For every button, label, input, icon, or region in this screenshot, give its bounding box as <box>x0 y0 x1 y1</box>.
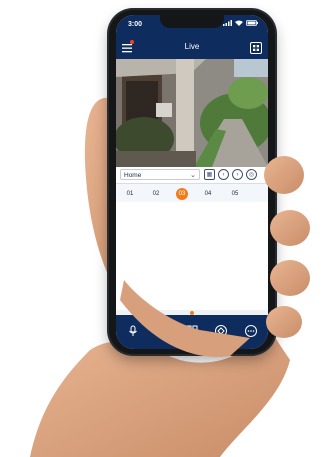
fingers-illustration <box>120 156 310 357</box>
scene: 3:00 Live Home ⌄ ▦ ‹ › ◎ 01 02 03 04 05 <box>0 0 329 457</box>
